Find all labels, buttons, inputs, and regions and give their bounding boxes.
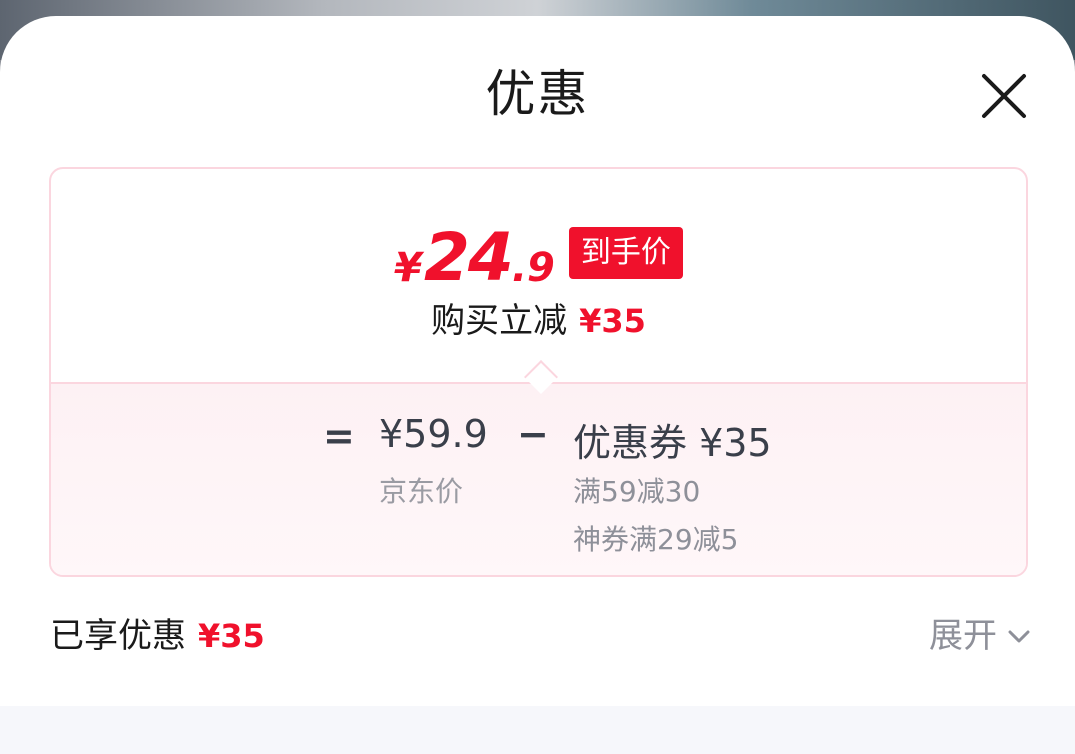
- expand-button[interactable]: 展开: [929, 614, 1033, 658]
- original-price: ¥59.9: [379, 412, 488, 456]
- footer-divider: [0, 706, 1075, 754]
- coupon-detail: 满59减30: [573, 475, 701, 508]
- instant-discount-value: ¥35: [579, 302, 646, 340]
- final-price: ¥ 24 .9: [394, 219, 555, 296]
- coupon-total: 优惠券 ¥35: [573, 421, 772, 465]
- enjoyed-discount-value: ¥35: [198, 617, 265, 655]
- final-price-badge: 到手价: [568, 227, 683, 279]
- enjoyed-discount-label: 已享优惠: [50, 616, 186, 656]
- original-price-label: 京东价: [379, 475, 464, 508]
- close-button[interactable]: [972, 64, 1036, 128]
- price-currency: ¥: [394, 245, 422, 291]
- discount-sheet: 优惠 ¥ 24 .9 到手价 购买立减 ¥35 = ¥59.9 京东价 − 优惠券…: [0, 16, 1075, 754]
- final-price-row: ¥ 24 .9 到手价: [51, 225, 1026, 291]
- close-icon: [982, 74, 1026, 118]
- price-integer: 24: [423, 219, 514, 296]
- price-calculation: = ¥59.9 京东价 − 优惠券 ¥35 满59减30 神券满29减5: [51, 412, 1026, 556]
- expand-label: 展开: [929, 616, 997, 656]
- coupon-detail: 神券满29减5: [573, 523, 739, 556]
- instant-discount-row: 购买立减 ¥35: [51, 299, 1026, 343]
- price-breakdown-card: ¥ 24 .9 到手价 购买立减 ¥35 = ¥59.9 京东价 − 优惠券 ¥3…: [49, 167, 1028, 577]
- sheet-title: 优惠: [485, 65, 590, 123]
- minus-sign: −: [517, 412, 549, 456]
- price-decimal: .9: [511, 245, 555, 291]
- equals-sign: =: [323, 414, 355, 458]
- instant-discount-label: 购买立减: [431, 301, 568, 341]
- enjoyed-discount-row: 已享优惠 ¥35: [50, 614, 265, 658]
- chevron-down-icon: [1008, 630, 1030, 643]
